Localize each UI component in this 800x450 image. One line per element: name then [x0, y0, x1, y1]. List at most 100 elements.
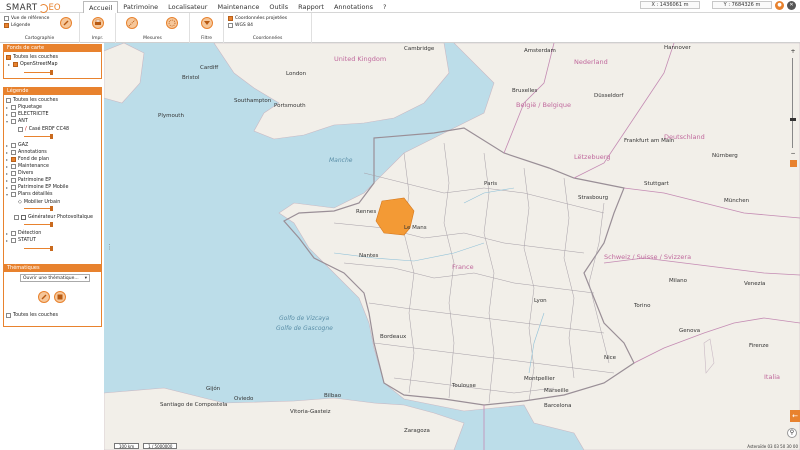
thematiques-all-layers[interactable]: Toutes les couches — [6, 313, 58, 318]
plans-opacity-slider[interactable] — [24, 206, 53, 211]
layer-generateur[interactable]: Générateur Photovoltaïque — [14, 215, 93, 220]
projetees-radio[interactable] — [228, 16, 233, 21]
fullscreen-icon[interactable] — [790, 160, 797, 167]
statut-opacity-thumb[interactable] — [50, 246, 53, 251]
expand-icon[interactable]: ▸ — [6, 185, 10, 190]
fonds-osm[interactable]: ▸ OpenStreetMap — [8, 62, 58, 67]
menu-outils[interactable]: Outils — [264, 1, 293, 13]
layer-annotations[interactable]: ▸ Annotations — [6, 150, 47, 155]
layer-maintenance[interactable]: ▸ Maintenance — [6, 164, 49, 169]
user-icon[interactable]: ● — [775, 1, 784, 10]
map-search-icon[interactable]: ⚲ — [787, 428, 797, 438]
menu-rapport[interactable]: Rapport — [293, 1, 329, 13]
legende-option[interactable]: Légende — [4, 23, 30, 28]
layer-checkbox[interactable] — [18, 126, 23, 132]
gen-opacity-slider[interactable] — [24, 222, 53, 227]
erdf-opacity-slider[interactable] — [24, 134, 53, 139]
osm-opacity-thumb[interactable] — [50, 70, 53, 75]
expand-icon[interactable]: ▾ — [6, 192, 10, 197]
layer-patrimoine-ep-mobile[interactable]: ▸ Patrimoine EP Mobile — [6, 185, 68, 190]
layer-statut[interactable]: ▸ STATUT — [6, 238, 36, 243]
fonds-header: Fonds de carte — [4, 45, 101, 52]
menu-localisateur[interactable]: Localisateur — [163, 1, 212, 13]
expand-icon[interactable]: ▸ — [6, 178, 10, 183]
layer-checkbox[interactable] — [11, 112, 16, 117]
layer-checkbox[interactable] — [11, 192, 16, 197]
expand-icon[interactable]: ▸ — [6, 143, 10, 148]
save-thematique-icon[interactable] — [54, 291, 66, 303]
menu-maintenance[interactable]: Maintenance — [212, 1, 264, 13]
panel-collapse-handle[interactable]: ⋮ — [106, 243, 113, 251]
measure-area-icon[interactable] — [166, 17, 178, 29]
plans-opacity-thumb[interactable] — [50, 206, 53, 211]
layer-checkbox[interactable] — [11, 231, 16, 236]
thematique-select[interactable]: Ouvrir une thématique... ▾ — [20, 274, 90, 282]
map-view[interactable]: Cardiff Bristol London Cambridge Southam… — [104, 43, 800, 450]
fonds-all-checkbox[interactable] — [6, 55, 11, 60]
layer-checkbox[interactable] — [11, 143, 16, 148]
print-icon[interactable] — [92, 17, 104, 29]
layer-piquetage[interactable]: ▸ Piquetage — [6, 105, 42, 110]
vue-reference-option[interactable]: Vue de référence — [4, 16, 49, 21]
expand-icon[interactable]: ▸ — [6, 105, 10, 110]
expand-icon[interactable]: ▸ — [8, 62, 12, 67]
layer-detection[interactable]: ▸ Détection — [6, 231, 41, 236]
layer-patrimoine-ep[interactable]: ▸ Patrimoine EP — [6, 178, 51, 183]
expand-icon[interactable]: ▸ — [6, 238, 10, 243]
layer-electricite[interactable]: ▸ ELECTRICITE — [6, 112, 49, 117]
layer-checkbox[interactable] — [11, 119, 16, 124]
layer-checkbox[interactable] — [11, 150, 16, 155]
zoom-in-button[interactable]: + — [790, 48, 796, 55]
layer-fond-de-plan[interactable]: ▸ Fond de plan — [6, 157, 49, 162]
expand-icon[interactable]: ▸ — [6, 231, 10, 236]
zoom-knob[interactable] — [790, 118, 796, 121]
layer-checkbox[interactable] — [11, 185, 16, 190]
projetees-option[interactable]: Coordonnées projetées — [228, 16, 287, 21]
expand-icon[interactable]: ▸ — [6, 112, 10, 117]
layer-checkbox[interactable] — [11, 178, 16, 183]
layer-checkbox[interactable] — [14, 215, 19, 220]
zoom-slider[interactable] — [790, 58, 796, 148]
expand-icon[interactable]: ▸ — [6, 150, 10, 155]
menu-annotations[interactable]: Annotations — [329, 1, 378, 13]
filter-icon[interactable] — [201, 17, 213, 29]
measure-distance-icon[interactable] — [126, 17, 138, 29]
layer-plans-detailles[interactable]: ▾ Plans détaillés — [6, 192, 53, 197]
legende-all-layers[interactable]: Toutes les couches — [6, 98, 58, 103]
expand-icon[interactable]: ▸ — [6, 164, 10, 169]
layer-divers[interactable]: ▸ Divers — [6, 171, 33, 176]
expand-icon[interactable]: ▾ — [6, 119, 10, 124]
osm-opacity-slider[interactable] — [24, 70, 53, 75]
legende-checkbox[interactable] — [4, 23, 9, 28]
wgs84-option[interactable]: WGS 84 — [228, 23, 253, 28]
expand-icon[interactable]: ▸ — [6, 157, 10, 162]
erdf-opacity-thumb[interactable] — [50, 134, 53, 139]
gen-opacity-thumb[interactable] — [50, 222, 53, 227]
menu-help[interactable]: ? — [378, 1, 391, 13]
layer-checkbox[interactable] — [11, 164, 16, 169]
impr-label: Impr. — [91, 36, 104, 41]
expand-icon[interactable]: ▸ — [6, 171, 10, 176]
legende-all-checkbox[interactable] — [6, 98, 11, 103]
layer-checkbox[interactable] — [11, 105, 16, 110]
layer-gaz[interactable]: ▸ GAZ — [6, 143, 28, 148]
layer-checkbox[interactable] — [11, 171, 16, 176]
layer-case-erdf[interactable]: / Casé ERDF CC48 — [18, 126, 69, 132]
layer-mobilier-urbain[interactable]: ◇ Mobilier Urbain — [18, 199, 60, 205]
statut-opacity-slider[interactable] — [24, 246, 53, 251]
layers-edit-icon[interactable] — [60, 17, 72, 29]
wgs84-radio[interactable] — [228, 23, 233, 28]
menu-patrimoine[interactable]: Patrimoine — [118, 1, 163, 13]
layer-checkbox[interactable] — [11, 157, 16, 162]
fonds-all-layers[interactable]: Toutes les couches — [6, 55, 58, 60]
fonds-osm-checkbox[interactable] — [13, 62, 18, 67]
thematiques-all-checkbox[interactable] — [6, 313, 11, 318]
edit-thematique-icon[interactable] — [38, 291, 50, 303]
layer-checkbox[interactable] — [11, 238, 16, 243]
side-panel-toggle-icon[interactable]: ← — [790, 410, 800, 422]
zoom-out-button[interactable]: − — [790, 150, 796, 157]
close-session-icon[interactable]: ✕ — [787, 1, 796, 10]
layer-ant[interactable]: ▾ ANT — [6, 119, 28, 124]
ribbon-group-coordonnees: Coordonnées projetées WGS 84 Coordonnées — [224, 13, 312, 43]
vue-reference-checkbox[interactable] — [4, 16, 9, 21]
